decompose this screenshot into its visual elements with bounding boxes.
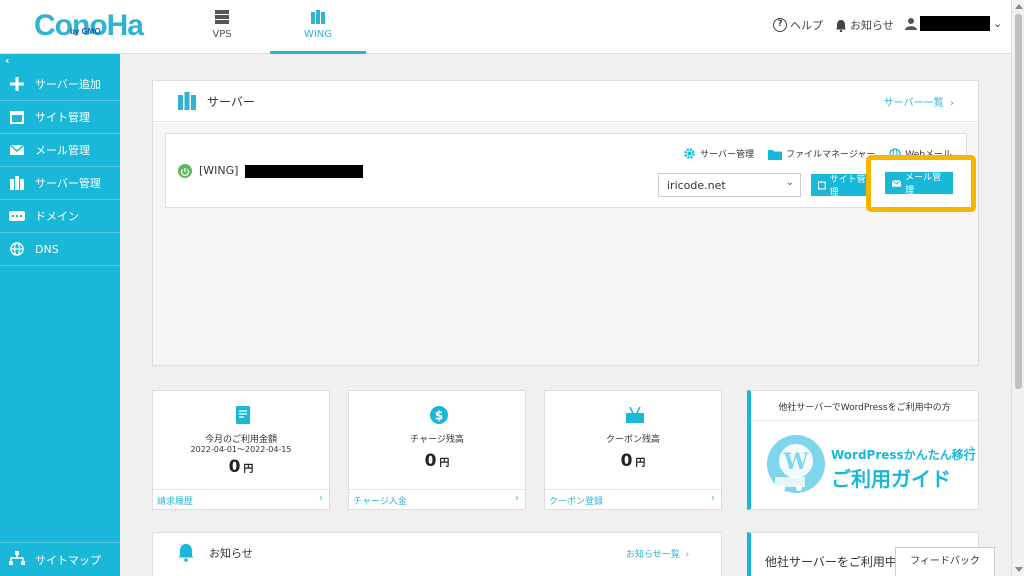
server-stack-icon — [215, 10, 229, 24]
server-name-redacted — [244, 164, 363, 178]
feedback-button[interactable]: フィードバック — [895, 547, 995, 576]
power-icon — [178, 164, 192, 178]
wordpress-migration-banner[interactable]: 他社サーバーでWordPressをご利用中の方 W WordPressかんたん移… — [747, 390, 979, 510]
coupon-value: 0円 — [620, 451, 646, 471]
server-panel-header: サーバー — [153, 81, 978, 122]
bell-icon — [178, 544, 194, 562]
server-card: [WING] サーバー管理 ファイルマネージャー Webメール iricod — [165, 133, 967, 208]
page-scrollbar[interactable] — [1011, 0, 1024, 576]
window-icon — [9, 109, 25, 125]
help-icon: ? — [773, 18, 787, 32]
charge-value: 0円 — [424, 451, 450, 471]
server-manage-link[interactable]: サーバー管理 — [683, 147, 754, 160]
chevron-right-icon: › — [969, 441, 974, 455]
plus-icon — [9, 76, 25, 92]
sidebar-item-label: サイト管理 — [35, 111, 90, 124]
gear-icon — [684, 148, 695, 159]
mail-manage-highlight: メール管理 — [866, 155, 976, 212]
tab-wing[interactable]: WING — [270, 0, 366, 54]
chevron-down-icon: ⌄ — [785, 177, 794, 188]
usage-period: 2022-04-01～2022-04-15 — [190, 445, 292, 454]
coupon-icon — [626, 406, 644, 423]
globe-icon — [9, 241, 25, 257]
sidebar-item-domain[interactable]: ドメイン — [0, 200, 120, 233]
invoice-icon — [236, 406, 250, 424]
server-body: [WING] サーバー管理 ファイルマネージャー Webメール iricod — [153, 123, 978, 365]
sidebar-item-server-manage[interactable]: サーバー管理 — [0, 167, 120, 200]
bell-icon — [836, 19, 846, 32]
sidebar-item-label: サーバー追加 — [35, 78, 101, 91]
logo-sub: by GMO — [70, 27, 101, 36]
scrollbar-thumb[interactable] — [1015, 14, 1022, 389]
notifications-link[interactable]: お知らせ — [835, 17, 894, 33]
sidebar-item-label: DNS — [35, 242, 59, 256]
server-panel: サーバー サーバー一覧 › [WING] サーバー管理 ファイルマネージャー i… — [152, 80, 979, 366]
wordpress-logo-icon: W — [767, 435, 825, 493]
notice-list-link[interactable]: お知らせ一覧 › — [626, 547, 689, 560]
server-list-link[interactable]: サーバー一覧 › — [884, 94, 954, 109]
tab-vps-label: VPS — [212, 29, 232, 40]
sidebar-item-add-server[interactable]: サーバー追加 — [0, 68, 120, 101]
charge-deposit-link[interactable]: チャージ入金 › — [349, 489, 525, 509]
folder-icon — [768, 149, 782, 160]
svg-text:W: W — [783, 449, 809, 475]
wing-server-icon — [311, 10, 325, 24]
file-manager-link[interactable]: ファイルマネージャー — [768, 147, 875, 160]
notice-title: お知らせ — [209, 546, 253, 560]
scroll-down-icon[interactable] — [1015, 567, 1023, 572]
svg-text:$: $ — [435, 409, 443, 423]
top-header: ConoHa by GMO VPS WING ? ヘルプ お知らせ ⌄ — [0, 0, 1011, 54]
tab-wing-label: WING — [303, 29, 333, 40]
sidebar-item-dns[interactable]: DNS — [0, 233, 120, 266]
usage-value: 0円 — [228, 457, 254, 477]
charge-title: チャージ残高 — [410, 435, 464, 445]
user-icon — [905, 18, 917, 30]
charge-card: $ チャージ残高 0円 チャージ入金 › — [348, 390, 526, 510]
server-panel-title: サーバー — [207, 94, 255, 109]
help-label: ヘルプ — [790, 19, 823, 32]
coupon-title: クーポン残高 — [605, 435, 660, 445]
server-name: [WING] — [199, 164, 363, 178]
wp-banner-line2: ご利用ガイド — [831, 467, 951, 491]
coupon-register-link[interactable]: クーポン登録 › — [545, 489, 721, 509]
mail-icon — [9, 142, 25, 158]
sidebar-item-label: サーバー管理 — [35, 177, 101, 190]
wp-banner-line1: WordPressかんたん移行 — [831, 448, 976, 462]
sitemap-icon — [9, 551, 25, 568]
sidebar-item-mail-manage[interactable]: メール管理 — [0, 134, 120, 167]
chevron-down-icon: ⌄ — [993, 17, 1003, 30]
notice-panel: お知らせ お知らせ一覧 › — [152, 532, 722, 576]
domain-select[interactable]: iricode.net ⌄ — [658, 173, 801, 197]
chevron-right-icon: › — [319, 493, 323, 504]
scroll-up-icon[interactable] — [1015, 4, 1023, 9]
user-menu[interactable]: ⌄ — [905, 16, 1002, 31]
window-icon — [818, 181, 826, 189]
sidebar-item-sitemap[interactable]: サイトマップ — [0, 542, 120, 576]
sidebar: ‹ サーバー追加 サイト管理 メール管理 サーバー管理 ドメイン DNS サイト… — [0, 54, 120, 576]
sidebar-item-site-manage[interactable]: サイト管理 — [0, 101, 120, 134]
collapse-sidebar-button[interactable]: ‹ — [0, 54, 120, 68]
server-icon — [9, 175, 25, 191]
user-name-redacted — [920, 16, 990, 31]
billing-history-link[interactable]: 請求履歴 › — [153, 489, 329, 509]
sidebar-item-label: メール管理 — [35, 144, 90, 157]
sidebar-item-label: ドメイン — [35, 210, 79, 223]
sitemap-label: サイトマップ — [35, 553, 101, 567]
mail-manage-button[interactable]: メール管理 — [885, 172, 953, 196]
server-icon — [178, 92, 196, 110]
chevron-right-icon: › — [946, 98, 954, 109]
coupon-card: クーポン残高 0円 クーポン登録 › — [544, 390, 722, 510]
tab-vps[interactable]: VPS — [174, 0, 270, 54]
dollar-coin-icon: $ — [430, 406, 448, 424]
domain-icon — [9, 208, 25, 224]
chevron-right-icon: › — [711, 493, 715, 504]
chevron-right-icon: › — [682, 550, 690, 560]
chevron-right-icon: › — [515, 493, 519, 504]
notifications-label: お知らせ — [850, 19, 894, 32]
wp-banner-top: 他社サーバーでWordPressをご利用中の方 — [751, 391, 978, 421]
help-link[interactable]: ? ヘルプ — [773, 17, 823, 33]
mail-icon — [892, 179, 902, 187]
usage-card: 今月のご利用金額 2022-04-01～2022-04-15 0円 請求履歴 › — [152, 390, 330, 510]
conoha-logo[interactable]: ConoHa — [34, 9, 144, 43]
